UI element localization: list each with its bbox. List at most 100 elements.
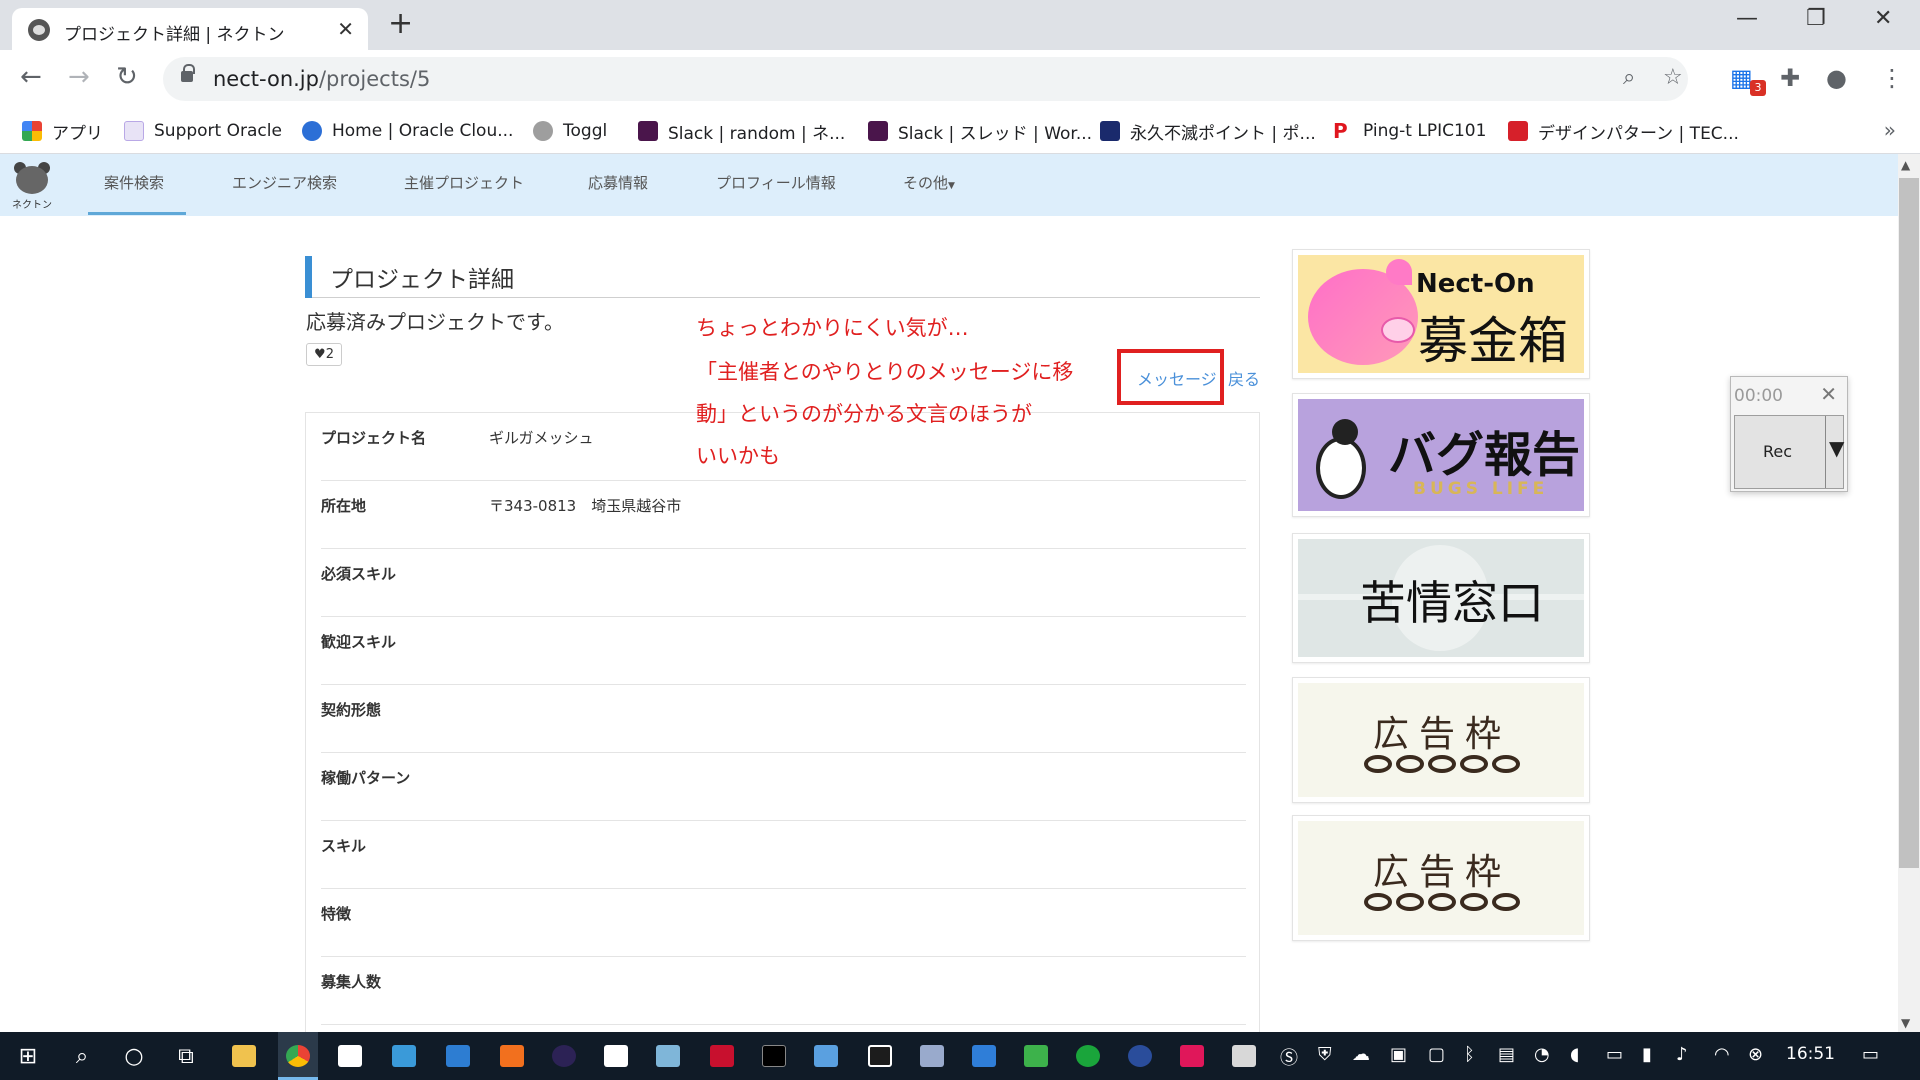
tray-app-icon[interactable]: ▭ (1606, 1044, 1623, 1065)
recorder-app-icon[interactable] (1166, 1032, 1218, 1080)
address-bar[interactable]: nect-on.jp/projects/5 ⌕ ☆ (163, 57, 1688, 101)
onedrive-icon[interactable]: ☁ (1352, 1044, 1370, 1065)
taskbar-clock[interactable]: 16:51 (1786, 1044, 1835, 1064)
rec-label: Rec (1763, 442, 1793, 461)
back-link[interactable]: 戻る (1228, 366, 1260, 390)
ad-slot-banner[interactable]: 広告枠 (1292, 677, 1590, 803)
app-icon[interactable] (642, 1032, 694, 1080)
nav-application-info[interactable]: 応募情報 (588, 172, 648, 193)
bookmark-support-oracle[interactable]: Support Oracle (124, 117, 282, 145)
complaint-window-banner[interactable]: 苦情窓口 (1292, 533, 1590, 663)
ornament-swirl-icon (1364, 755, 1520, 773)
recorder-close-icon[interactable]: ✕ (1820, 382, 1837, 406)
scroll-down-icon[interactable]: ▼ (1901, 1016, 1910, 1030)
bluetooth-icon[interactable]: ᛒ (1464, 1044, 1475, 1065)
detail-row: 必須スキル (321, 549, 1246, 617)
cortana-icon[interactable]: ○ (108, 1032, 160, 1080)
app-icon[interactable] (906, 1032, 958, 1080)
mail-icon[interactable] (958, 1032, 1010, 1080)
bookmark-toggl[interactable]: Toggl (533, 117, 607, 145)
extensions-puzzle-icon[interactable]: ✚ (1780, 64, 1800, 92)
wifi-icon[interactable]: ◠ (1714, 1044, 1730, 1065)
favorite-count: 2 (325, 347, 334, 362)
nav-hosted-projects[interactable]: 主催プロジェクト (404, 172, 524, 193)
windows-start-icon[interactable]: ⊞ (2, 1032, 54, 1080)
nav-other-dropdown[interactable]: その他▼ (903, 172, 955, 193)
project-detail-card: プロジェクト名 ギルガメッシュ 所在地 〒343-0813 埼玉県越谷市 必須ス… (305, 412, 1260, 1032)
bookmark-star-icon[interactable]: ☆ (1663, 65, 1683, 90)
app-icon[interactable] (1114, 1032, 1166, 1080)
site-logo[interactable] (12, 162, 52, 196)
page-scrollbar-thumb[interactable] (1899, 178, 1919, 868)
bookmark-ping-t[interactable]: P Ping-t LPIC101 (1333, 117, 1486, 145)
annotation-line: いいかも (696, 444, 780, 468)
tab-close-icon[interactable]: ✕ (337, 17, 354, 41)
bookmarks-overflow-icon[interactable]: » (1884, 118, 1896, 142)
browser-tab[interactable]: プロジェクト詳細 | ネクトン ✕ (12, 8, 368, 50)
bookmark-design-pattern[interactable]: デザインパターン | TEC... (1508, 117, 1739, 145)
app-icon[interactable] (696, 1032, 748, 1080)
back-icon[interactable]: ← (20, 62, 42, 92)
detail-row: 募集人数 (321, 957, 1246, 1025)
app-icon[interactable] (378, 1032, 430, 1080)
donation-box-banner[interactable]: Nect-On 募金箱 (1292, 249, 1590, 379)
restore-icon[interactable]: ❐ (1806, 6, 1826, 31)
search-icon[interactable]: ⌕ (56, 1032, 108, 1080)
page-title: プロジェクト詳細 (330, 267, 514, 293)
battery-icon[interactable]: ▮ (1642, 1044, 1652, 1065)
menu-kebab-icon[interactable]: ⋮ (1880, 64, 1904, 92)
nav-profile-info[interactable]: プロフィール情報 (716, 172, 836, 193)
nav-engineer-search[interactable]: エンジニア検索 (232, 172, 337, 193)
favorite-button[interactable]: ♥2 (306, 343, 342, 366)
app-icon[interactable] (1062, 1032, 1114, 1080)
app-icon[interactable] (854, 1032, 906, 1080)
nav-project-search[interactable]: 案件検索 (104, 172, 164, 193)
raccoon-icon (16, 166, 48, 194)
tray-app-icon[interactable]: ▤ (1498, 1044, 1515, 1065)
ad-slot-banner[interactable]: 広告枠 (1292, 815, 1590, 941)
task-view-icon[interactable]: ⧉ (160, 1032, 212, 1080)
profile-icon[interactable]: ● (1826, 64, 1847, 92)
app-icon[interactable] (590, 1032, 642, 1080)
reload-icon[interactable]: ↻ (116, 62, 138, 92)
rec-button[interactable]: Rec ▼ (1734, 415, 1844, 489)
volume-icon[interactable]: ♪ (1676, 1044, 1688, 1065)
app-icon[interactable] (432, 1032, 484, 1080)
bookmark-slack-random[interactable]: Slack | random | ネ... (638, 117, 845, 145)
tray-close-icon[interactable]: ⊗ (1748, 1044, 1763, 1065)
new-tab-icon[interactable]: + (388, 6, 413, 42)
eclipse-icon[interactable] (538, 1032, 590, 1080)
rec-dropdown-icon[interactable]: ▼ (1829, 436, 1844, 460)
tray-app-icon[interactable]: ▣ (1390, 1044, 1407, 1065)
notification-icon[interactable]: ▭ (1862, 1044, 1879, 1065)
shield-icon[interactable]: ⛨ (1318, 1044, 1332, 1065)
app-icon[interactable] (1010, 1032, 1062, 1080)
scroll-up-icon[interactable]: ▲ (1901, 158, 1910, 172)
bug-report-banner[interactable]: バグ報告 BUGS LIFE (1292, 393, 1590, 517)
section-header: プロジェクト詳細 (305, 256, 1260, 298)
app-icon[interactable] (1218, 1032, 1270, 1080)
minimize-icon[interactable]: — (1736, 6, 1758, 31)
music-icon (1508, 121, 1528, 141)
bookmark-eikyu-fumetsu[interactable]: 永久不滅ポイント | ポ... (1100, 117, 1316, 145)
store-icon[interactable] (324, 1032, 376, 1080)
tray-app-icon[interactable]: ▢ (1428, 1044, 1445, 1065)
caret-down-icon: ▼ (948, 181, 955, 191)
app-icon[interactable] (800, 1032, 852, 1080)
power-icon (533, 121, 553, 141)
tab-title: プロジェクト詳細 | ネクトン (64, 25, 285, 45)
bookmark-oracle-cloud[interactable]: Home | Oracle Clou... (302, 117, 513, 145)
chrome-icon[interactable] (272, 1032, 324, 1080)
skype-icon[interactable]: Ⓢ (1280, 1044, 1298, 1070)
file-explorer-icon[interactable] (218, 1032, 270, 1080)
bookmark-apps[interactable]: アプリ (22, 117, 103, 145)
bookmark-slack-thread[interactable]: Slack | スレッド | Wor... (868, 117, 1092, 145)
zoom-icon[interactable]: ⌕ (1623, 65, 1635, 90)
close-window-icon[interactable]: ✕ (1874, 6, 1892, 31)
detail-row: 所在地 〒343-0813 埼玉県越谷市 (321, 481, 1246, 549)
tray-app-icon[interactable]: ◔ (1534, 1044, 1550, 1065)
tray-app-icon[interactable]: ◖ (1570, 1044, 1579, 1065)
terminal-icon[interactable] (748, 1032, 800, 1080)
forward-icon[interactable]: → (68, 62, 90, 92)
app-icon[interactable] (486, 1032, 538, 1080)
